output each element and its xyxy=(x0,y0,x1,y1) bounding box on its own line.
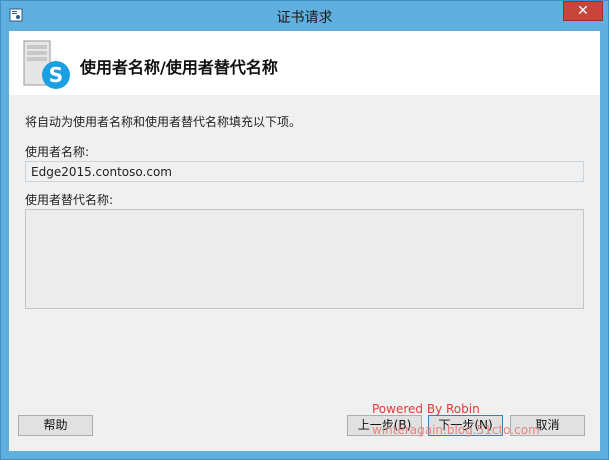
svg-text:S: S xyxy=(49,63,63,87)
close-button[interactable]: ✕ xyxy=(563,1,603,21)
help-button[interactable]: 帮助 xyxy=(18,415,93,436)
description-text: 将自动为使用者名称和使用者替代名称填充以下项。 xyxy=(25,115,302,129)
window-title: 证书请求 xyxy=(276,10,333,26)
san-listbox[interactable] xyxy=(25,209,584,309)
watermark-text: Powered By Robin xyxy=(372,402,480,416)
subject-name-field[interactable]: Edge2015.contoso.com xyxy=(25,161,584,182)
san-label: 使用者替代名称: xyxy=(25,193,114,207)
title-bar[interactable]: 证书请求 ✕ xyxy=(1,1,608,31)
page-title: 使用者名称/使用者替代名称 xyxy=(80,58,278,77)
dialog-client-area: S 使用者名称/使用者替代名称 将自动为使用者名称和使用者替代名称填充以下项。 … xyxy=(9,31,600,451)
dialog-window: 证书请求 ✕ S 使用者名称/使用者替代名称 将自动为使用者名称和使用者替代名称… xyxy=(0,0,609,460)
skype-server-icon: S xyxy=(23,40,70,89)
watermark-url: winteragain.blog.51cto.com xyxy=(372,423,540,437)
subject-name-label: 使用者名称: xyxy=(25,145,90,159)
wizard-header: S 使用者名称/使用者替代名称 xyxy=(9,31,600,95)
